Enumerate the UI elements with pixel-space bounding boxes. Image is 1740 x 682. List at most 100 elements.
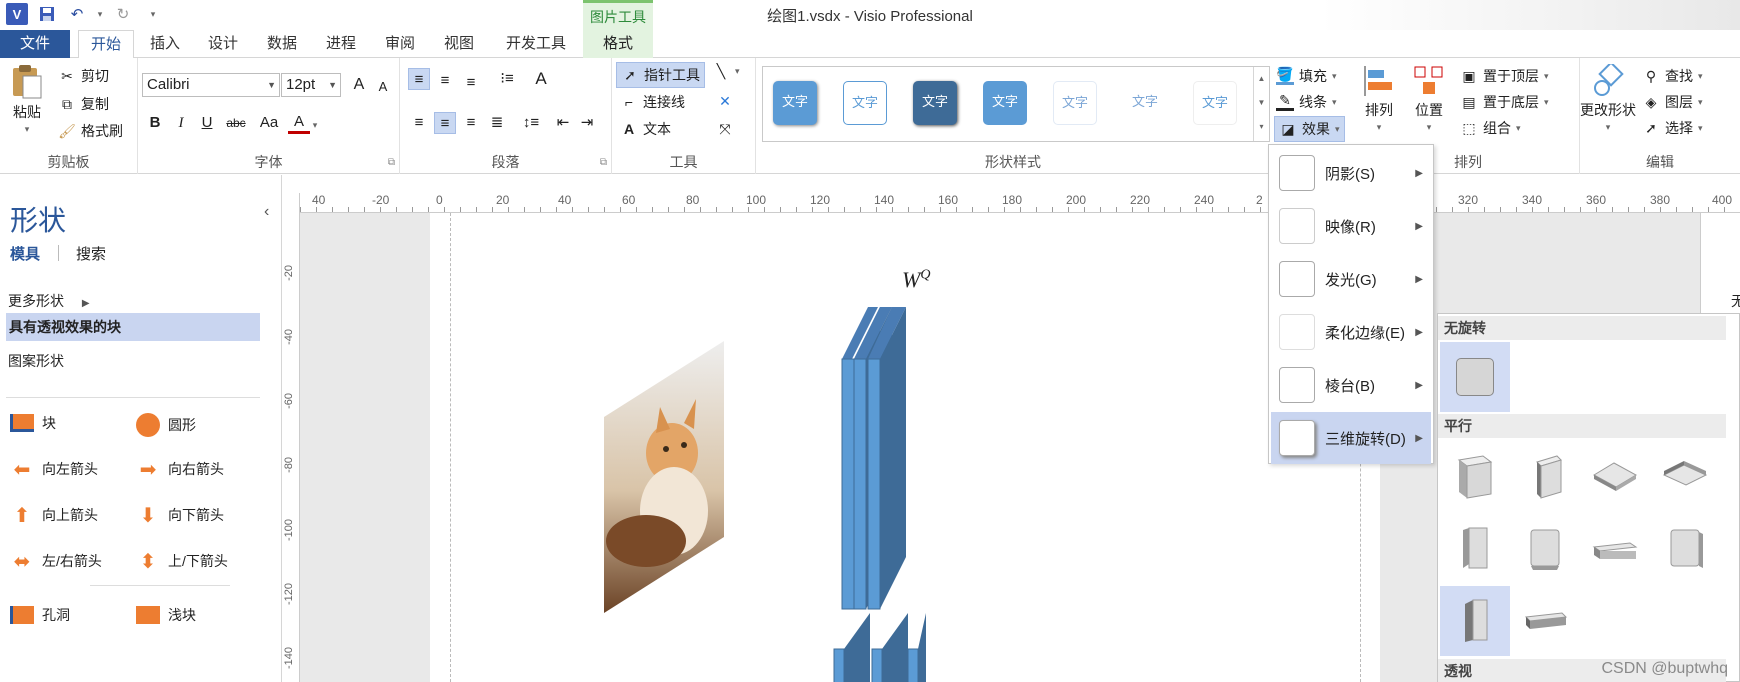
gallery-scroll[interactable]: ▲ ▼ ▾ [1253, 67, 1269, 141]
tab-view[interactable]: 视图 [434, 30, 484, 58]
position-button[interactable]: 位置 ▾ [1412, 64, 1446, 133]
line-tool-button[interactable]: ╲ ▾ [712, 62, 740, 80]
menu-item-shadow[interactable]: 阴影(S) ▶ [1271, 147, 1431, 199]
shape-left-right-arrow[interactable]: ⬌ 左/右箭头 [10, 551, 102, 573]
shape-up-arrow[interactable]: ⬆ 向上箭头 [10, 505, 98, 527]
font-color-dropdown-icon[interactable]: ▾ [310, 114, 320, 136]
shape-down-arrow[interactable]: ⬇ 向下箭头 [136, 505, 224, 527]
rotation-parallel-9[interactable] [1440, 586, 1510, 656]
drawing-page[interactable]: WQ [430, 213, 1380, 682]
undo-dropdown-icon[interactable]: ▾ [96, 3, 104, 25]
tab-search[interactable]: 搜索 [76, 243, 106, 264]
tab-file[interactable]: 文件 [0, 30, 70, 58]
italic-button[interactable]: I [170, 112, 192, 134]
send-to-back-button[interactable]: ▤ 置于底层 ▾ [1460, 92, 1548, 112]
shape-left-arrow[interactable]: ⬅ 向左箭头 [10, 459, 98, 481]
select-button[interactable]: ➚ 选择 ▾ [1642, 118, 1702, 138]
gallery-more-icon[interactable]: ▾ [1254, 115, 1269, 139]
style-swatch-7[interactable]: 文字 [1193, 81, 1237, 125]
rotation-parallel-1[interactable] [1440, 442, 1510, 512]
shape-up-down-arrow[interactable]: ⬍ 上/下箭头 [136, 551, 228, 573]
visio-app-icon[interactable]: V [6, 3, 28, 25]
cut-button[interactable]: ✂ 剪切 [58, 66, 109, 86]
undo-icon[interactable]: ↶ [66, 3, 88, 25]
find-button[interactable]: ⚲ 查找 ▾ [1642, 66, 1703, 86]
style-swatch-5[interactable]: 文字 [1053, 81, 1097, 125]
font-name-combo[interactable]: Calibri ▼ [142, 73, 280, 97]
shape-shallow-block[interactable]: 浅块 [136, 605, 196, 625]
stencil-perspective-blocks[interactable]: 具有透视效果的块 [6, 313, 260, 341]
shrink-font-button[interactable]: A [372, 76, 394, 98]
align-button[interactable]: 排列 ▾ [1362, 64, 1396, 133]
connection-point-button[interactable]: ⤧ [716, 120, 734, 138]
rotation-parallel-4[interactable] [1650, 442, 1720, 512]
group-button[interactable]: ⬚ 组合 ▾ [1460, 118, 1520, 138]
redo-icon[interactable]: ↻ [112, 3, 134, 25]
change-shape-button[interactable]: 更改形状 ▾ [1580, 64, 1636, 133]
align-center-icon[interactable]: ≡ [434, 112, 456, 134]
style-swatch-6[interactable]: 文字 [1123, 81, 1167, 125]
line-button[interactable]: ✎ 线条 ▾ [1276, 92, 1337, 112]
collapse-pane-icon[interactable]: ‹ [264, 203, 269, 221]
style-swatch-2[interactable]: 文字 [843, 81, 887, 125]
menu-item-glow[interactable]: 发光(G) ▶ [1271, 253, 1431, 305]
formula-label[interactable]: WQ [902, 267, 930, 293]
text-rotate-icon[interactable]: A [530, 68, 552, 90]
menu-item-reflection[interactable]: 映像(R) ▶ [1271, 200, 1431, 252]
justify-icon[interactable]: ≣ [486, 112, 508, 134]
fill-button[interactable]: 🪣 填充 ▾ [1276, 66, 1337, 86]
align-bottom-icon[interactable]: ≡ [460, 72, 482, 94]
font-color-button[interactable]: A [288, 112, 310, 134]
menu-item-bevel[interactable]: 棱台(B) ▶ [1271, 359, 1431, 411]
bold-button[interactable]: B [144, 112, 166, 134]
increase-indent-icon[interactable]: ⇥ [576, 112, 598, 134]
connector-button[interactable]: ⌐ 连接线 [620, 92, 685, 112]
change-case-button[interactable]: Aa [254, 112, 284, 134]
chevron-up-icon[interactable]: ▲ [1254, 67, 1269, 91]
pointer-tool-button[interactable]: ➚ 指针工具 [616, 62, 705, 88]
align-middle-icon[interactable]: ≡ [434, 70, 456, 92]
layers-button[interactable]: ◈ 图层 ▾ [1642, 92, 1703, 112]
tab-home[interactable]: 开始 [78, 30, 134, 59]
menu-item-3d-rotation[interactable]: 三维旋转(D) ▶ [1271, 412, 1431, 464]
rotation-parallel-7[interactable] [1580, 514, 1650, 584]
rotation-parallel-10[interactable] [1510, 586, 1580, 656]
paste-dropdown-icon[interactable]: ▾ [25, 124, 30, 135]
rotation-none-option[interactable] [1440, 342, 1510, 412]
text-tool-button[interactable]: A 文本 [620, 119, 671, 139]
font-dialog-launcher-icon[interactable]: ⧉ [388, 157, 395, 168]
customize-qat-icon[interactable]: ▾ [142, 3, 164, 25]
tab-developer[interactable]: 开发工具 [498, 30, 574, 58]
tab-format[interactable]: 格式 [583, 30, 653, 58]
tab-review[interactable]: 审阅 [375, 30, 425, 58]
line-spacing-icon[interactable]: ↕≡ [520, 112, 542, 134]
style-swatch-4[interactable]: 文字 [983, 81, 1027, 125]
tab-process[interactable]: 进程 [316, 30, 366, 58]
font-size-combo[interactable]: 12pt ▼ [281, 73, 341, 97]
save-icon[interactable] [36, 3, 58, 25]
perspective-block-stack[interactable] [808, 303, 928, 682]
tab-design[interactable]: 设计 [198, 30, 248, 58]
align-right-icon[interactable]: ≡ [460, 112, 482, 134]
stencil-pattern-shapes[interactable]: 图案形状 [8, 351, 64, 371]
grow-font-button[interactable]: A [348, 74, 370, 96]
paragraph-dialog-launcher-icon[interactable]: ⧉ [600, 157, 607, 168]
paste-button[interactable]: 粘贴 ▾ [10, 64, 44, 135]
effects-button[interactable]: ◪ 效果 ▾ [1274, 116, 1345, 142]
align-top-icon[interactable]: ≡ [408, 68, 430, 90]
rotation-parallel-8[interactable] [1650, 514, 1720, 584]
style-swatch-1[interactable]: 文字 [773, 81, 817, 125]
tab-data[interactable]: 数据 [257, 30, 307, 58]
format-painter-button[interactable]: 🖌 格式刷 [58, 121, 123, 141]
underline-button[interactable]: U [196, 112, 218, 134]
rotation-parallel-3[interactable] [1580, 442, 1650, 512]
tab-insert[interactable]: 插入 [140, 30, 190, 58]
tab-stencils[interactable]: 模具 [10, 243, 40, 264]
rotation-parallel-6[interactable] [1510, 514, 1580, 584]
decrease-indent-icon[interactable]: ⇤ [552, 112, 574, 134]
rotation-parallel-5[interactable] [1440, 514, 1510, 584]
copy-button[interactable]: ⧉ 复制 [58, 94, 109, 114]
shape-block[interactable]: 块 [10, 413, 56, 433]
rotation-parallel-2[interactable] [1510, 442, 1580, 512]
more-shapes-item[interactable]: 更多形状 ▶ [8, 291, 90, 311]
